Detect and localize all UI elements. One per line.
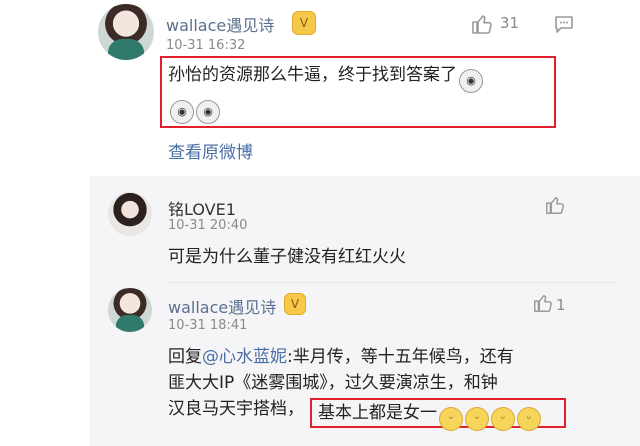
emoji-icon: ᵕ [517, 407, 541, 431]
post-content-text: 孙怡的资源那么牛逼，终于找到答案了 [168, 65, 457, 85]
avatar[interactable] [108, 288, 152, 332]
reply-line3: 汉良马天宇搭档， [168, 399, 304, 419]
comment-button[interactable] [552, 12, 578, 36]
reply-line1: :芈月传，等十五年候鸟，还有 [287, 347, 514, 367]
thumbs-up-icon [472, 15, 492, 34]
divider [168, 282, 618, 283]
vip-badge-icon: V [292, 11, 316, 35]
emoji-icon: ◉ [170, 100, 194, 124]
reply-username[interactable]: wallace遇见诗 [168, 294, 276, 318]
view-original-link[interactable]: 查看原微博 [168, 140, 253, 166]
like-button[interactable] [470, 12, 498, 36]
reply-content: 可是为什么董子健没有红红火火 [168, 247, 406, 267]
emoji-icon: ᵕ [439, 407, 463, 431]
reply-highlight: 基本上都是女一 ᵕ ᵕ ᵕ ᵕ [318, 400, 541, 431]
emoji-icon: ◉ [196, 100, 220, 124]
reply-prefix: 回复 [168, 347, 202, 367]
like-button[interactable] [532, 292, 556, 316]
vip-badge-icon: V [284, 293, 306, 315]
emoji-icon: ᵕ [465, 407, 489, 431]
emoji-icon: ◉ [459, 69, 483, 93]
reply-username[interactable]: 铭LOVE1 [168, 196, 236, 220]
thumbs-up-icon [534, 294, 552, 312]
emoji-icon: ᵕ [491, 407, 515, 431]
reply-timestamp: 10-31 18:41 [168, 318, 248, 333]
mention-link[interactable]: @心水蓝妮 [202, 347, 287, 367]
highlight-text: 基本上都是女一 [318, 403, 437, 423]
reply-timestamp: 10-31 20:40 [168, 218, 248, 233]
thumbs-up-icon [546, 196, 564, 214]
avatar[interactable] [98, 4, 154, 60]
reply-like-count: 1 [556, 296, 566, 314]
post-timestamp: 10-31 16:32 [166, 38, 246, 53]
avatar[interactable] [108, 192, 152, 236]
like-button[interactable] [544, 194, 568, 218]
post-username[interactable]: wallace遇见诗 [166, 12, 274, 36]
post-content: 孙怡的资源那么牛逼，终于找到答案了 ◉ ◉ ◉ [168, 62, 548, 124]
comment-icon [555, 16, 573, 33]
reply-line2: 匪大大IP《迷雾围城》，过久要演凉生，和钟 [168, 373, 498, 393]
post-like-count: 31 [500, 14, 520, 32]
